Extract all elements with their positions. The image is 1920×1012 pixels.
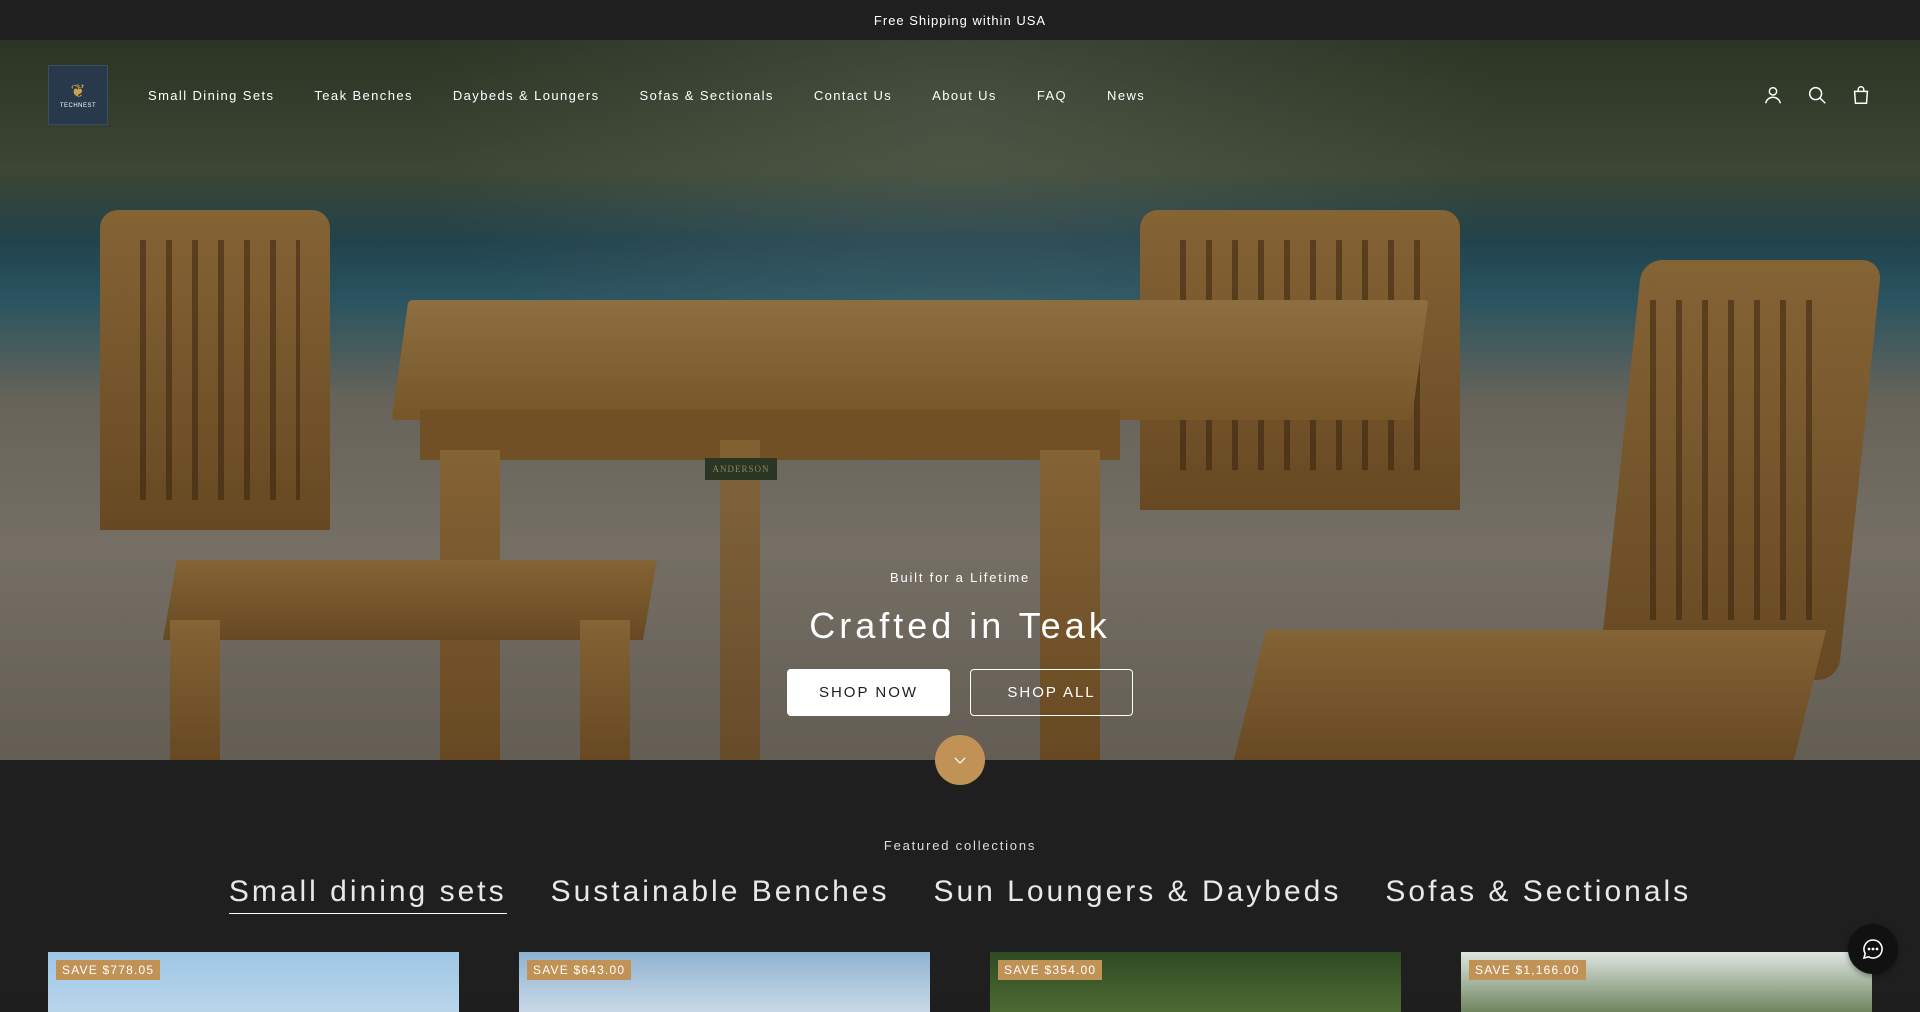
sale-badge: SAVE $778.05	[56, 960, 161, 980]
logo[interactable]: ❦ TECHNEST	[48, 65, 108, 125]
hero-title: Crafted in Teak	[809, 605, 1111, 646]
tab-sun-loungers-daybeds[interactable]: Sun Loungers & Daybeds	[933, 875, 1341, 914]
hero-eyebrow: Built for a Lifetime	[889, 570, 1031, 585]
sale-badge: SAVE $1,166.00	[1469, 960, 1586, 980]
cart-icon[interactable]	[1850, 84, 1872, 106]
announcement-bar: Free Shipping within USA	[0, 0, 1920, 40]
main-nav: Small Dining Sets Teak Benches Daybeds &…	[148, 88, 1185, 103]
hero-content: Built for a Lifetime Crafted in Teak SHO…	[0, 570, 1920, 716]
account-icon[interactable]	[1762, 84, 1784, 106]
product-card[interactable]: SAVE $643.00	[519, 952, 930, 1012]
announcement-text: Free Shipping within USA	[873, 12, 1047, 28]
chat-icon	[1862, 939, 1883, 960]
product-card[interactable]: SAVE $1,166.00	[1461, 952, 1872, 1012]
sale-badge: SAVE $354.00	[998, 960, 1103, 980]
nav-daybeds-loungers[interactable]: Daybeds & Loungers	[453, 88, 600, 103]
hero-cta-row: SHOP NOW SHOP ALL	[0, 669, 1920, 716]
product-card[interactable]: SAVE $778.05	[48, 952, 459, 1012]
shop-now-button[interactable]: SHOP NOW	[787, 669, 950, 716]
nav-contact-us[interactable]: Contact Us	[814, 88, 892, 103]
shop-all-button[interactable]: SHOP ALL	[970, 669, 1133, 716]
hero-banner: ANDERSON ❦ TECHNEST Small Dining Sets Te…	[0, 40, 1920, 760]
chevron-down-icon	[954, 757, 966, 764]
product-card[interactable]: SAVE $354.00	[990, 952, 1401, 1012]
nav-faq[interactable]: FAQ	[1037, 88, 1067, 103]
tab-sustainable-benches[interactable]: Sustainable Benches	[551, 875, 890, 914]
logo-text: TECHNEST	[59, 102, 97, 109]
nav-teak-benches[interactable]: Teak Benches	[314, 88, 412, 103]
featured-collections: Featured collections Small dining sets S…	[0, 760, 1920, 1012]
chat-button[interactable]	[1848, 924, 1898, 974]
nav-sofas-sectionals[interactable]: Sofas & Sectionals	[640, 88, 774, 103]
search-icon[interactable]	[1806, 84, 1828, 106]
product-grid: SAVE $778.05 SAVE $643.00 SAVE $354.00 S…	[48, 952, 1872, 1012]
featured-label: Featured collections	[883, 838, 1037, 853]
nav-news[interactable]: News	[1107, 88, 1145, 103]
header-actions	[1762, 84, 1872, 106]
nav-small-dining-sets[interactable]: Small Dining Sets	[148, 88, 274, 103]
tab-sofas-sectionals[interactable]: Sofas & Sectionals	[1385, 875, 1691, 914]
tab-small-dining-sets[interactable]: Small dining sets	[228, 875, 507, 914]
nav-about-us[interactable]: About Us	[932, 88, 997, 103]
collection-tabs: Small dining sets Sustainable Benches Su…	[0, 875, 1920, 914]
site-header: ❦ TECHNEST Small Dining Sets Teak Benche…	[0, 40, 1920, 150]
leaf-icon: ❦	[70, 80, 86, 101]
scroll-down-button[interactable]	[935, 735, 985, 785]
sale-badge: SAVE $643.00	[527, 960, 632, 980]
